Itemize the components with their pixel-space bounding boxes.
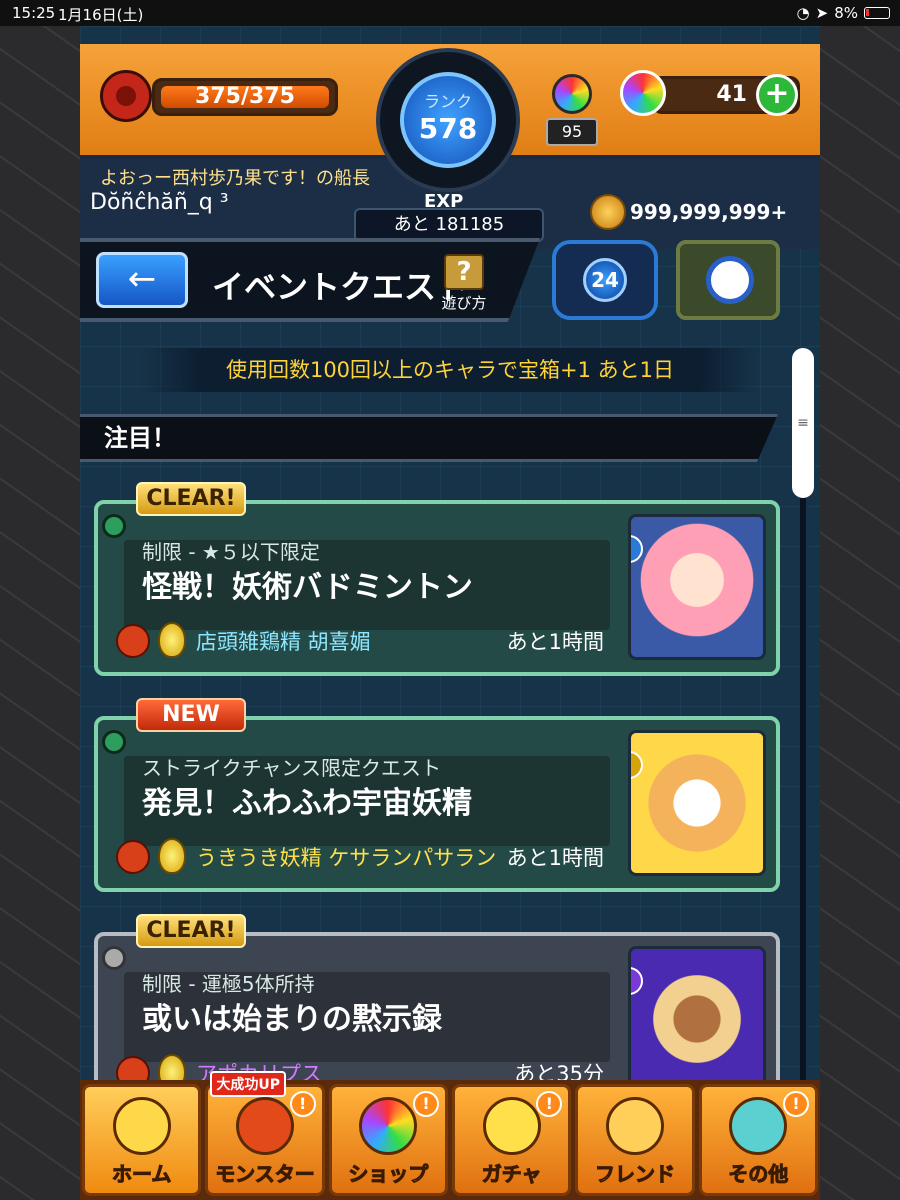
quest-condition: ストライクチャンス限定クエスト [142,756,441,780]
demon-icon [116,840,150,874]
quest-condition: 制限 - ★５以下限定 [142,540,320,564]
quest-card[interactable]: CLEAR! 制限 - ★５以下限定 怪戦！妖術バドミントン 店頭雑鶏精 胡喜媚… [94,482,780,676]
page-title: イベントクエスト [212,268,469,306]
exp-remaining: あと 181185 [354,208,544,242]
boost-badge: 大成功UP [210,1071,286,1097]
time-remaining: あと1時間 [506,846,604,870]
help-label: 遊び方 [441,294,487,312]
other-icon [729,1097,788,1155]
quest-name: 発見！ふわふわ宇宙妖精 [142,786,472,821]
quest-reward: うきうき妖精 ケサランパサラン [196,846,497,870]
battery-percent: 8% [834,4,858,22]
monster-portrait [628,514,766,660]
status-date: 1月16日(土) [58,6,144,24]
right-border [820,26,900,1200]
nav-home[interactable]: ホーム [82,1084,202,1196]
battery-icon [864,7,890,19]
nav-friend[interactable]: フレンド [575,1084,695,1196]
clear-badge: CLEAR! [136,914,246,948]
alert-icon: ! [536,1091,563,1117]
nav-label: その他 [728,1162,789,1187]
help-icon: ? [444,254,484,290]
section-header: 注目！ [80,414,778,462]
location-icon: ➤ [815,4,829,22]
alert-icon: ! [289,1091,316,1117]
nav-label: ショップ [348,1162,429,1187]
quest-condition: 制限 - 運極5体所持 [142,972,315,996]
monster-icon [235,1097,294,1155]
captain-name: Dŏñĉhăñ_q ³ [90,190,229,215]
scroll-track [800,496,806,1096]
nav-monster[interactable]: 大成功UP ! モンスター [205,1071,325,1196]
element-icon [631,751,643,779]
status-time: 15:25 [12,4,56,22]
alert-icon: ! [782,1091,809,1117]
monster-portrait [628,946,766,1092]
friend-icon [605,1097,664,1155]
orb-icon [620,70,666,116]
help-button[interactable]: ? 遊び方 [436,254,492,314]
rank-gauge[interactable]: ランク 578 [376,48,520,192]
clock-icon [706,256,754,304]
home-icon [112,1097,171,1155]
info-banner: 使用回数100回以上のキャラで宝箱+1 あと1日 [140,348,760,392]
wifi-icon: ◔ [796,4,810,22]
gacha-egg-icon [482,1097,541,1155]
nav-label: ホーム [111,1162,172,1187]
status-dot [102,514,126,538]
add-orb-button[interactable]: + [756,74,798,116]
stamina-bar[interactable]: 375/375 [152,78,338,116]
status-dot [102,946,126,970]
scrollbar-handle[interactable]: ≡ [792,348,814,498]
element-icon [631,967,643,995]
rank-value: 578 [418,112,478,145]
egg-icon [552,74,592,114]
quest-name: 怪戦！妖術バドミントン [142,570,473,605]
counter-value: 24 [583,258,627,302]
nav-label: モンスター [215,1162,316,1187]
time-remaining: あと1時間 [506,630,604,654]
element-icon [631,535,643,563]
orb-count: 41 [716,82,747,107]
quest-reward: 店頭雑鶏精 胡喜媚 [196,630,371,654]
stamina-value: 375/375 [195,84,295,109]
nav-other[interactable]: ! その他 [698,1084,818,1196]
gold-amount: 999,999,999+ [630,200,788,224]
rank-label: ランク [423,92,472,111]
alert-icon: ! [412,1091,439,1117]
egg-reward-icon [158,622,186,658]
monster-portrait [628,730,766,876]
nav-shop[interactable]: ! ショップ [328,1084,448,1196]
nav-label: ガチャ [481,1162,542,1187]
gold-coin-icon [590,194,626,230]
quest-card[interactable]: NEW ストライクチャンス限定クエスト 発見！ふわふわ宇宙妖精 うきうき妖精 ケ… [94,698,780,892]
left-border [0,26,80,1200]
new-badge: NEW [136,698,246,732]
captain-title: よおっー西村歩乃果です！の船長 [100,168,370,189]
orb-shop-icon [359,1097,418,1155]
counter-button[interactable]: 24 [552,240,658,320]
quest-name: 或いは始まりの黙示録 [142,1002,442,1037]
egg-count: 95 [546,118,598,146]
egg-reward-icon [158,838,186,874]
rank-core: ランク 578 [400,72,496,168]
demon-icon [116,624,150,658]
status-dot [102,730,126,754]
back-button[interactable]: ← [96,252,188,308]
game-screen: 375/375 ランク 578 EXP あと 181185 95 41 + よお… [80,26,820,1200]
status-right: ◔ ➤ 8% [797,4,890,22]
egg-counter[interactable]: 95 [540,66,604,158]
nav-gacha[interactable]: ! ガチャ [451,1084,572,1196]
status-bar: 15:25 1月16日(土) ◔ ➤ 8% [0,0,900,26]
nav-label: フレンド [594,1162,675,1187]
alarm-clock-button[interactable] [676,240,780,320]
bottom-nav: ホーム 大成功UP ! モンスター ! ショップ ! ガチャ フレンド ! その… [80,1071,820,1200]
stamina-icon [100,70,152,122]
clear-badge: CLEAR! [136,482,246,516]
